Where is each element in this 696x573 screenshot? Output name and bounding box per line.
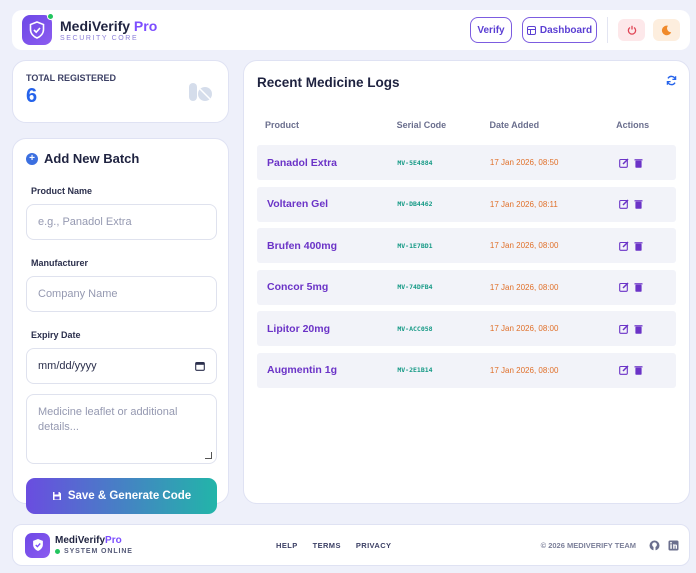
col-header-serial: Serial Code (396, 120, 447, 130)
manufacturer-label: Manufacturer (31, 258, 89, 268)
dashboard-label: Dashboard (539, 24, 593, 36)
edit-icon[interactable] (619, 323, 629, 334)
table-row: Concor 5mg MV-74DFB4 17 Jan 2026, 08:00 (257, 269, 676, 305)
expiry-date-input[interactable]: mm/dd/yyyy (26, 348, 217, 384)
log-rows: Panadol Extra MV-5E4884 17 Jan 2026, 08:… (257, 145, 676, 388)
row-product: Augmentin 1g (267, 364, 337, 376)
refresh-icon[interactable] (666, 75, 677, 86)
linkedin-icon[interactable] (668, 540, 679, 551)
resize-handle-icon[interactable] (205, 452, 212, 459)
add-batch-form: + Add New Batch Product Name e.g., Panad… (12, 138, 229, 514)
help-link[interactable]: HELP (276, 541, 298, 550)
footer-brand-name: MediVerify (55, 534, 106, 546)
footer-shield-logo-icon (25, 532, 50, 558)
plus-circle-icon: + (26, 152, 38, 165)
col-header-date: Date Added (489, 120, 540, 130)
trash-icon[interactable] (634, 241, 643, 251)
col-header-actions: Actions (616, 120, 650, 130)
manufacturer-placeholder: Company Name (38, 288, 118, 300)
edit-icon[interactable] (619, 240, 629, 251)
row-serial: MV-74DFB4 (397, 283, 433, 291)
row-serial: MV-2E1B14 (397, 366, 433, 374)
top-header: MediVerify Pro SECURITY CORE Verify Dash… (12, 10, 690, 50)
pills-icon (189, 83, 212, 101)
terms-link[interactable]: TERMS (313, 541, 341, 550)
power-icon (627, 25, 636, 35)
product-name-placeholder: e.g., Panadol Extra (38, 216, 132, 228)
row-product: Lipitor 20mg (267, 322, 331, 335)
notes-textarea[interactable]: Medicine leaflet or additional details..… (26, 394, 217, 464)
table-row: Brufen 400mg MV-1E7BD1 17 Jan 2026, 08:0… (257, 228, 676, 263)
table-row: Lipitor 20mg MV-ACC058 17 Jan 2026, 08:0… (257, 311, 676, 346)
header-divider (607, 17, 608, 43)
shield-logo-icon (22, 13, 54, 45)
row-product: Brufen 400mg (267, 239, 338, 252)
calendar-icon[interactable] (195, 361, 205, 371)
footer-links: HELP TERMS PRIVACY (276, 541, 391, 550)
brand-name: MediVerify (60, 17, 131, 34)
trash-icon[interactable] (634, 324, 643, 334)
product-name-input[interactable]: e.g., Panadol Extra (26, 204, 217, 240)
grid-icon (526, 25, 536, 35)
status-dot-icon (55, 549, 60, 554)
row-serial: MV-1E7BD1 (397, 241, 433, 250)
expiry-date-value: mm/dd/yyyy (38, 360, 97, 372)
stats-label: TOTAL REGISTERED (26, 73, 117, 83)
trash-icon[interactable] (634, 199, 643, 209)
trash-icon[interactable] (634, 365, 643, 375)
footer-brand: MediVerifyPro SYSTEM ONLINE (55, 535, 133, 556)
expiry-date-label: Expiry Date (31, 330, 81, 340)
edit-icon[interactable] (619, 282, 629, 292)
table-row: Panadol Extra MV-5E4884 17 Jan 2026, 08:… (257, 145, 676, 180)
github-icon[interactable] (649, 540, 660, 551)
row-product: Voltaren Gel (267, 198, 329, 210)
save-icon (52, 492, 61, 500)
brand-subtitle: SECURITY CORE (60, 34, 139, 42)
footer-brand-pro: Pro (105, 534, 122, 546)
row-date: 17 Jan 2026, 08:11 (489, 199, 558, 209)
table-row: Augmentin 1g MV-2E1B14 17 Jan 2026, 08:0… (257, 352, 676, 388)
logs-title: Recent Medicine Logs (257, 75, 400, 90)
table-header: Product Serial Code Date Added Actions (257, 120, 676, 130)
row-serial: MV-DB4462 (397, 200, 433, 208)
edit-icon[interactable] (619, 199, 629, 209)
verify-button[interactable]: Verify (470, 17, 512, 43)
privacy-link[interactable]: PRIVACY (356, 541, 392, 550)
online-dot-icon (47, 13, 54, 20)
row-date: 17 Jan 2026, 08:50 (489, 158, 559, 167)
copyright: © 2026 MEDIVERIFY TEAM (540, 540, 636, 550)
row-date: 17 Jan 2026, 08:00 (489, 324, 559, 333)
col-header-product: Product (265, 120, 300, 130)
row-serial: MV-5E4884 (397, 158, 433, 167)
brand-pro: Pro (133, 17, 158, 34)
stats-value: 6 (26, 85, 38, 107)
trash-icon[interactable] (634, 158, 643, 168)
row-date: 17 Jan 2026, 08:00 (489, 241, 559, 250)
edit-icon[interactable] (619, 365, 629, 375)
edit-icon[interactable] (619, 157, 629, 168)
recent-logs-card: Recent Medicine Logs Product Serial Code… (243, 60, 690, 504)
save-label: Save & Generate Code (67, 490, 192, 502)
power-button[interactable] (618, 19, 645, 41)
total-registered-card: TOTAL REGISTERED 6 (12, 60, 229, 123)
notes-placeholder: Medicine leaflet or additional details..… (38, 406, 178, 433)
product-name-label: Product Name (31, 186, 93, 196)
trash-icon[interactable] (634, 282, 643, 292)
manufacturer-input[interactable]: Company Name (26, 276, 217, 312)
row-date: 17 Jan 2026, 08:00 (489, 365, 559, 375)
moon-icon (661, 25, 672, 35)
form-title: Add New Batch (44, 151, 140, 166)
brand: MediVerify Pro SECURITY CORE (60, 19, 157, 42)
row-serial: MV-ACC058 (397, 324, 433, 333)
footer: MediVerifyPro SYSTEM ONLINE HELP TERMS P… (12, 524, 690, 566)
save-generate-button[interactable]: Save & Generate Code (26, 478, 217, 514)
dashboard-button[interactable]: Dashboard (522, 17, 597, 43)
row-product: Panadol Extra (267, 156, 338, 169)
theme-toggle-button[interactable] (653, 19, 680, 41)
row-date: 17 Jan 2026, 08:00 (489, 282, 559, 292)
system-status: SYSTEM ONLINE (64, 547, 133, 555)
table-row: Voltaren Gel MV-DB4462 17 Jan 2026, 08:1… (257, 186, 676, 222)
row-product: Concor 5mg (267, 281, 329, 293)
